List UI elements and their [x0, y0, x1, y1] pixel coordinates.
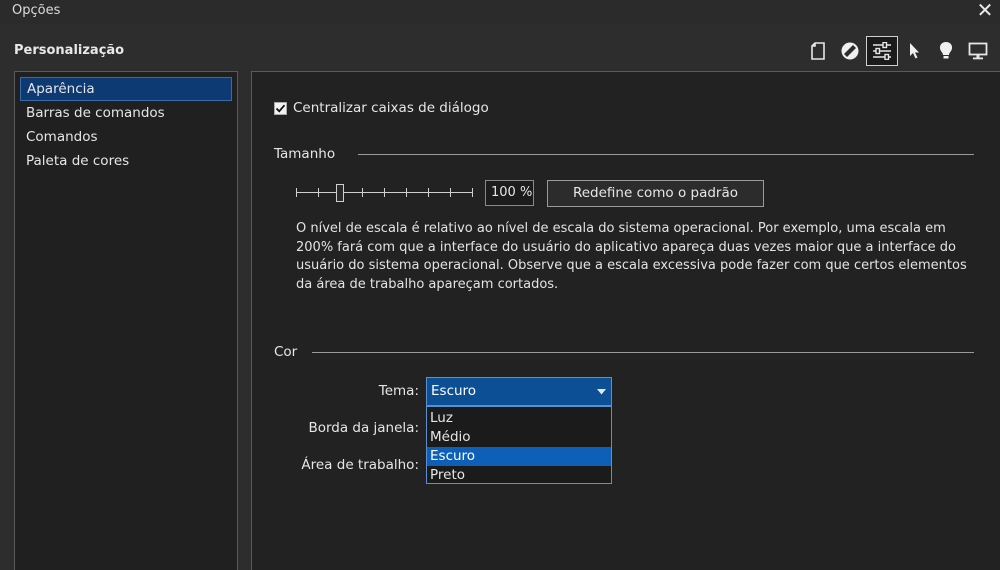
center-dialogs-checkbox[interactable]: [274, 101, 287, 115]
slider-tick: [384, 188, 385, 197]
pointer-category-button[interactable]: [898, 36, 930, 66]
scale-description: O nível de escala é relativo ao nível de…: [296, 221, 967, 292]
theme-label: Tema:: [378, 383, 419, 399]
slider-tick: [406, 188, 407, 197]
sliders-icon: [873, 42, 891, 60]
sidebar-item-command-bars[interactable]: Barras de comandos: [20, 101, 232, 125]
slider-tick: [472, 188, 473, 197]
chevron-down-icon: [597, 389, 606, 395]
theme-dropdown-list: Luz Médio Escuro Preto: [426, 406, 612, 484]
color-group-divider: [312, 352, 974, 353]
document-category-button[interactable]: [802, 36, 834, 66]
slider-tick: [428, 188, 429, 197]
category-toolbar: [802, 36, 994, 66]
pointer-icon: [910, 43, 919, 59]
theme-option-light[interactable]: Luz: [427, 409, 611, 428]
section-title: Personalização: [14, 43, 125, 58]
size-group-divider: [358, 154, 974, 155]
center-dialogs-option[interactable]: Centralizar caixas de diálogo: [274, 100, 489, 116]
display-category-button[interactable]: [962, 36, 994, 66]
scale-slider[interactable]: [296, 182, 474, 204]
slider-tick: [362, 188, 363, 197]
scale-percent-field[interactable]: 100 %: [485, 180, 534, 206]
no-symbol-icon: [841, 42, 859, 60]
slider-tick: [296, 188, 297, 197]
color-group-label: Cor: [274, 344, 298, 360]
title-bar: Opções ✕: [0, 0, 1000, 24]
sidebar-item-appearance[interactable]: Aparência: [20, 77, 232, 101]
hints-category-button[interactable]: [930, 36, 962, 66]
category-list: Aparência Barras de comandos Comandos Pa…: [14, 71, 238, 570]
slider-tick: [318, 188, 319, 197]
window-title: Opções: [12, 3, 61, 18]
reset-default-button[interactable]: Redefine como o padrão: [547, 180, 764, 207]
sidebar-item-commands[interactable]: Comandos: [20, 125, 232, 149]
scale-slider-thumb[interactable]: [336, 184, 344, 202]
theme-option-black[interactable]: Preto: [427, 466, 611, 485]
blank-page-icon: [811, 42, 825, 60]
sidebar-item-color-palette[interactable]: Paleta de cores: [20, 149, 232, 173]
workspace-label: Área de trabalho:: [301, 457, 419, 473]
close-button[interactable]: ✕: [974, 0, 996, 22]
theme-option-dark[interactable]: Escuro: [427, 447, 611, 466]
checkmark-icon: [275, 104, 286, 113]
center-dialogs-label: Centralizar caixas de diálogo: [293, 100, 489, 116]
monitor-icon: [968, 42, 988, 60]
tools-category-button[interactable]: [834, 36, 866, 66]
window-border-label: Borda da janela:: [308, 420, 419, 436]
lightbulb-icon: [939, 42, 953, 59]
customization-category-button[interactable]: [866, 36, 898, 66]
slider-tick: [450, 188, 451, 197]
close-icon: ✕: [976, 0, 994, 22]
theme-select[interactable]: Escuro: [426, 377, 612, 406]
theme-select-value: Escuro: [431, 383, 477, 399]
appearance-panel: Centralizar caixas de diálogo Tamanho 10…: [251, 71, 1000, 570]
size-group-label: Tamanho: [274, 146, 336, 162]
theme-option-medium[interactable]: Médio: [427, 428, 611, 447]
